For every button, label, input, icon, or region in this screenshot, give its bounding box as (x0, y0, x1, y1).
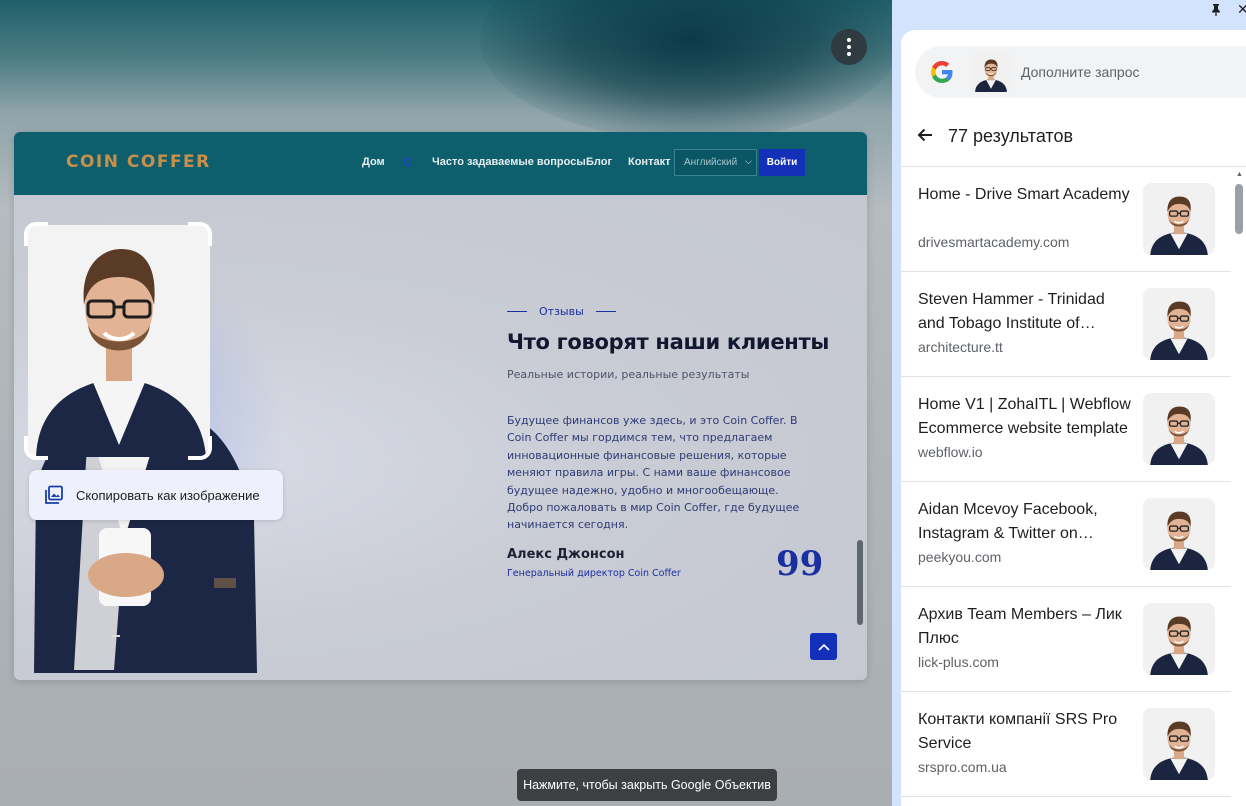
result-title[interactable]: Home V1 | ZohaITL | Webflow Ecommerce we… (918, 393, 1133, 441)
lens-results-panel: 77 результатов Home - Drive Smart Academ… (901, 30, 1246, 806)
result-thumbnail[interactable] (1143, 498, 1215, 570)
nav-indicator-icon (404, 158, 412, 166)
result-item[interactable]: Steven Hammer - Trinidad and Tobago Inst… (901, 272, 1231, 377)
kebab-dot (847, 52, 851, 56)
result-item[interactable]: Aidan Mcevoy Facebook, Instagram & Twitt… (901, 482, 1231, 587)
result-title[interactable]: Контакти компанії SRS Pro Service (918, 708, 1133, 756)
site-logo[interactable]: COIN COFFER (66, 152, 211, 172)
copy-as-image-button[interactable]: Скопировать как изображение (29, 470, 283, 520)
result-domain: architecture.tt (918, 339, 1003, 355)
quote-icon: 99 (776, 544, 824, 584)
testimonial-author: Алекс Джонсон (507, 547, 625, 562)
selected-image[interactable] (28, 225, 210, 457)
site-header: COIN COFFER Дом Часто задаваемые вопросы… (14, 132, 867, 195)
result-thumbnail[interactable] (1143, 603, 1215, 675)
results-list: Home - Drive Smart Academy drivesmartaca… (901, 167, 1231, 797)
site-scrollbar[interactable] (857, 540, 863, 625)
kebab-dot (847, 38, 851, 42)
selection-corner-handle[interactable] (188, 436, 212, 460)
result-title[interactable]: Steven Hammer - Trinidad and Tobago Inst… (918, 288, 1133, 336)
testimonial-title: Что говорят наши клиенты (507, 330, 830, 354)
pin-icon[interactable] (1209, 3, 1223, 17)
testimonial-tag: Отзывы (507, 305, 616, 318)
scroll-to-top-button[interactable] (810, 633, 837, 660)
chevron-down-icon: ⌵ (745, 156, 752, 166)
result-item[interactable]: Архив Team Members – Лик Плюс lick-plus.… (901, 587, 1231, 692)
lens-search-box (915, 46, 1246, 98)
testimonial-tag-text: Отзывы (539, 305, 584, 318)
result-domain: webflow.io (918, 444, 983, 460)
tag-line (595, 310, 616, 313)
result-item[interactable]: Home - Drive Smart Academy drivesmartaca… (901, 167, 1231, 272)
result-domain: drivesmartacademy.com (918, 234, 1070, 250)
selection-corner-handle[interactable] (188, 222, 212, 246)
result-domain: lick-plus.com (918, 654, 999, 670)
result-domain: peekyou.com (918, 549, 1002, 565)
backdrop-glow (480, 0, 892, 140)
selection-corner-handle[interactable] (24, 436, 48, 460)
back-arrow-icon[interactable] (915, 125, 935, 145)
panel-scrollbar-thumb[interactable] (1235, 184, 1243, 234)
language-select[interactable]: Английский ⌵ (674, 149, 757, 176)
close-lens-toast[interactable]: Нажмите, чтобы закрыть Google Объектив (517, 769, 777, 801)
nav-faq[interactable]: Часто задаваемые вопросы (432, 156, 586, 168)
result-thumbnail[interactable] (1143, 393, 1215, 465)
scroll-up-arrow-icon[interactable]: ▲ (1236, 171, 1243, 178)
query-image-thumbnail[interactable] (971, 52, 1011, 92)
tag-line (507, 310, 527, 313)
result-count: 77 результатов (948, 126, 1074, 146)
result-item[interactable]: Контакти компанії SRS Pro Service srspro… (901, 692, 1231, 797)
selection-corner-handle[interactable] (24, 222, 48, 246)
chevron-up-icon (817, 643, 830, 651)
result-thumbnail[interactable] (1143, 288, 1215, 360)
close-icon[interactable]: ✕ (1237, 1, 1246, 18)
result-title[interactable]: Home - Drive Smart Academy (918, 183, 1133, 207)
result-domain: srspro.com.ua (918, 759, 1007, 775)
copy-as-image-label: Скопировать как изображение (76, 487, 260, 503)
nav-contact[interactable]: Контакт (628, 156, 670, 168)
language-value: Английский (684, 157, 738, 168)
more-options-button[interactable] (831, 29, 867, 65)
kebab-dot (847, 45, 851, 49)
result-item[interactable]: Home V1 | ZohaITL | Webflow Ecommerce we… (901, 377, 1231, 482)
search-input[interactable] (1021, 46, 1231, 98)
result-title[interactable]: Aidan Mcevoy Facebook, Instagram & Twitt… (918, 498, 1133, 546)
result-title[interactable]: Архив Team Members – Лик Плюс (918, 603, 1133, 651)
nav-blog[interactable]: Блог (586, 156, 612, 168)
nav-home[interactable]: Дом (362, 156, 385, 168)
google-logo-icon (931, 61, 953, 83)
copy-image-icon (45, 485, 63, 504)
testimonial-role: Генеральный директор Coin Coffer (507, 568, 681, 579)
result-thumbnail[interactable] (1143, 708, 1215, 780)
testimonial-body: Будущее финансов уже здесь, и это Coin C… (507, 414, 800, 532)
login-button[interactable]: Войти (759, 149, 805, 176)
testimonial-subtitle: Реальные истории, реальные результаты (507, 368, 750, 381)
result-thumbnail[interactable] (1143, 183, 1215, 255)
panel-scrollbar-track[interactable] (1234, 167, 1246, 806)
